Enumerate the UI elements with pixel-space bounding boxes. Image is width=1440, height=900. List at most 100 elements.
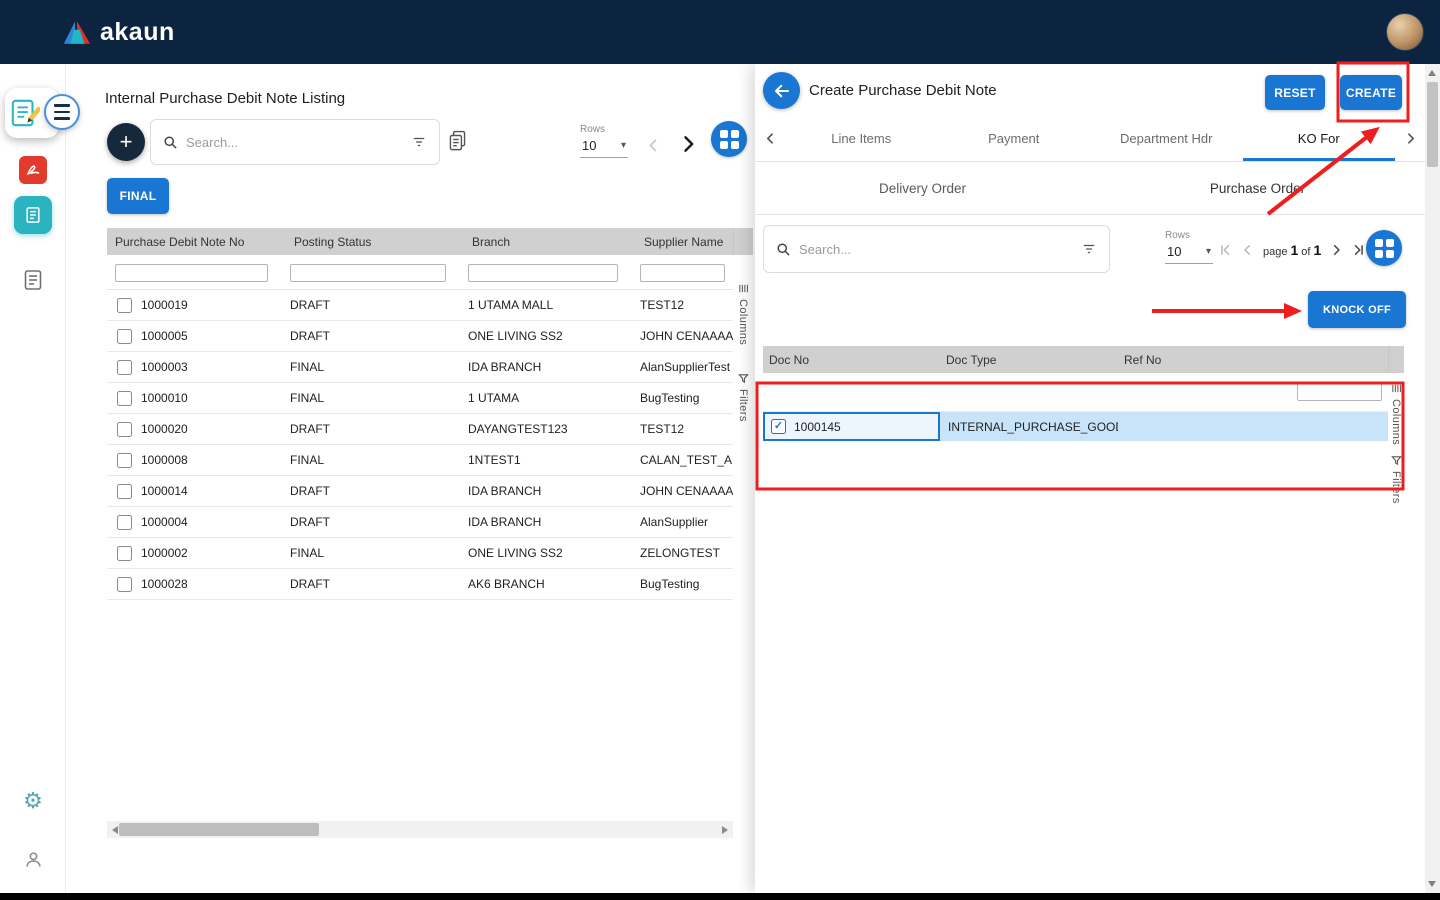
filter-input-posting-status[interactable]	[290, 264, 446, 282]
subtab-purchase-order[interactable]: Purchase Order	[1090, 162, 1425, 214]
sidebar-item-pdf-module[interactable]	[0, 156, 66, 184]
prev-page-button[interactable]	[646, 138, 661, 158]
row-checkbox[interactable]	[117, 484, 132, 499]
doc-no-cell[interactable]: ✓ 1000145	[763, 412, 940, 441]
table-row[interactable]: 1000004DRAFTIDA BRANCHAlanSupplier	[107, 507, 733, 538]
profile-icon[interactable]	[0, 850, 66, 869]
scroll-up-icon[interactable]	[1428, 70, 1436, 76]
add-button[interactable]: +	[107, 123, 145, 161]
col-header-posting-status[interactable]: Posting Status	[290, 235, 468, 249]
row-select-cell[interactable]	[107, 453, 141, 468]
filters-side-tab[interactable]: Filters	[1388, 455, 1404, 504]
table-row[interactable]: 1000019DRAFT1 UTAMA MALLTEST12	[107, 290, 733, 321]
sidebar-item-listing-module[interactable]	[0, 268, 66, 292]
row-select-cell[interactable]	[107, 577, 141, 592]
table-row[interactable]: 1000014DRAFTIDA BRANCHJOHN CENAAAAA	[107, 476, 733, 507]
table-row[interactable]: 1000005DRAFTONE LIVING SS2JOHN CENAAAAA	[107, 321, 733, 352]
filter-input-supplier[interactable]	[640, 264, 725, 282]
table-row[interactable]: 1000003FINALIDA BRANCHAlanSupplierTest	[107, 352, 733, 383]
columns-side-tab[interactable]: Columns	[1388, 383, 1404, 445]
next-page-button[interactable]	[1329, 243, 1343, 257]
filter-input-note-no[interactable]	[115, 264, 268, 282]
col-header-note-no[interactable]: Purchase Debit Note No	[107, 235, 290, 249]
rows-per-page[interactable]: Rows 10 ▾	[580, 124, 628, 158]
row-select-cell[interactable]	[107, 360, 141, 375]
columns-side-tab[interactable]: Columns	[733, 283, 753, 345]
scroll-right-icon[interactable]	[722, 826, 728, 834]
scroll-down-icon[interactable]	[1428, 881, 1436, 887]
row-select-cell[interactable]	[107, 515, 141, 530]
horizontal-scrollbar-thumb[interactable]	[119, 823, 319, 836]
tab-ko-for[interactable]: KO For	[1243, 116, 1396, 161]
tabs-scroll-right[interactable]	[1395, 116, 1425, 161]
sidebar-expand-button[interactable]	[44, 94, 80, 130]
ko-grid-view-button[interactable]	[1366, 230, 1402, 266]
create-button[interactable]: CREATE	[1340, 75, 1402, 110]
row-select-cell[interactable]	[107, 484, 141, 499]
row-checkbox[interactable]	[117, 298, 132, 313]
row-select-cell[interactable]	[107, 329, 141, 344]
row-checkbox[interactable]	[117, 360, 132, 375]
ko-rows-per-page[interactable]: Rows 10 ▾	[1165, 230, 1213, 264]
reset-button[interactable]: RESET	[1265, 75, 1325, 110]
filters-side-tab[interactable]: Filters	[733, 373, 753, 422]
table-row[interactable]: 1000008FINAL1NTEST1CALAN_TEST_ARAP	[107, 445, 733, 476]
next-page-button[interactable]	[678, 132, 698, 161]
user-avatar[interactable]	[1386, 13, 1424, 51]
table-corner	[1388, 346, 1404, 373]
final-filter-button[interactable]: FINAL	[107, 178, 169, 214]
filter-input-branch[interactable]	[468, 264, 618, 282]
row-checkbox-checked[interactable]: ✓	[771, 419, 786, 434]
filter-input-ref-no[interactable]	[1297, 382, 1382, 401]
col-header-doc-type[interactable]: Doc Type	[940, 353, 1118, 367]
first-page-button[interactable]	[1219, 243, 1233, 257]
knock-off-button[interactable]: KNOCK OFF	[1308, 291, 1406, 328]
scroll-left-icon[interactable]	[112, 826, 118, 834]
table-row-selected[interactable]: ✓ 1000145 INTERNAL_PURCHASE_GOODS...	[763, 412, 1388, 441]
ko-documents-table: Doc No Doc Type Ref No ✓ 1000145 INTERNA…	[763, 346, 1388, 441]
prev-page-button[interactable]	[1241, 243, 1255, 257]
filter-icon[interactable]	[1081, 242, 1097, 256]
grid-view-button[interactable]	[711, 121, 747, 157]
tab-line-items[interactable]: Line Items	[785, 116, 938, 161]
row-checkbox[interactable]	[117, 453, 132, 468]
row-checkbox[interactable]	[117, 391, 132, 406]
sidebar-item-ledger-module[interactable]	[0, 196, 66, 234]
table-row[interactable]: 1000010FINAL1 UTAMABugTesting	[107, 383, 733, 414]
vertical-scrollbar[interactable]	[1425, 64, 1440, 893]
row-checkbox[interactable]	[117, 577, 132, 592]
horizontal-scrollbar[interactable]	[107, 821, 733, 838]
col-header-supplier[interactable]: Supplier Name	[640, 235, 733, 249]
tab-department-hdr[interactable]: Department Hdr	[1090, 116, 1243, 161]
search-input[interactable]	[186, 135, 403, 150]
col-header-ref-no[interactable]: Ref No	[1118, 353, 1388, 367]
tab-payment[interactable]: Payment	[938, 116, 1091, 161]
ko-search-input[interactable]	[799, 242, 1073, 257]
row-select-cell[interactable]	[107, 422, 141, 437]
table-row[interactable]: 1000020DRAFTDAYANGTEST123TEST12	[107, 414, 733, 445]
left-icon-sidebar: ⚙	[0, 64, 66, 893]
row-select-cell[interactable]	[107, 391, 141, 406]
cell-posting-status: DRAFT	[290, 422, 468, 436]
subtab-delivery-order[interactable]: Delivery Order	[755, 162, 1090, 214]
row-checkbox[interactable]	[117, 546, 132, 561]
table-row[interactable]: 1000028DRAFTAK6 BRANCHBugTesting	[107, 569, 733, 600]
tabs-scroll-left[interactable]	[755, 116, 785, 161]
col-header-branch[interactable]: Branch	[468, 235, 640, 249]
cell-branch: ONE LIVING SS2	[468, 546, 640, 560]
row-checkbox[interactable]	[117, 422, 132, 437]
settings-gear-icon[interactable]: ⚙	[0, 790, 66, 812]
row-checkbox[interactable]	[117, 515, 132, 530]
row-checkbox[interactable]	[117, 329, 132, 344]
row-select-cell[interactable]	[107, 298, 141, 313]
table-header-row: Purchase Debit Note No Posting Status Br…	[107, 228, 733, 255]
row-select-cell[interactable]	[107, 546, 141, 561]
table-row[interactable]: 1000002FINALONE LIVING SS2ZELONGTEST	[107, 538, 733, 569]
filter-icon[interactable]	[411, 135, 427, 149]
brand-logo[interactable]: akaun	[62, 18, 175, 47]
vertical-scrollbar-thumb[interactable]	[1427, 82, 1438, 167]
back-button[interactable]	[763, 72, 800, 109]
last-page-button[interactable]	[1351, 243, 1365, 257]
col-header-doc-no[interactable]: Doc No	[763, 353, 940, 367]
duplicate-pages-icon[interactable]	[448, 130, 467, 157]
